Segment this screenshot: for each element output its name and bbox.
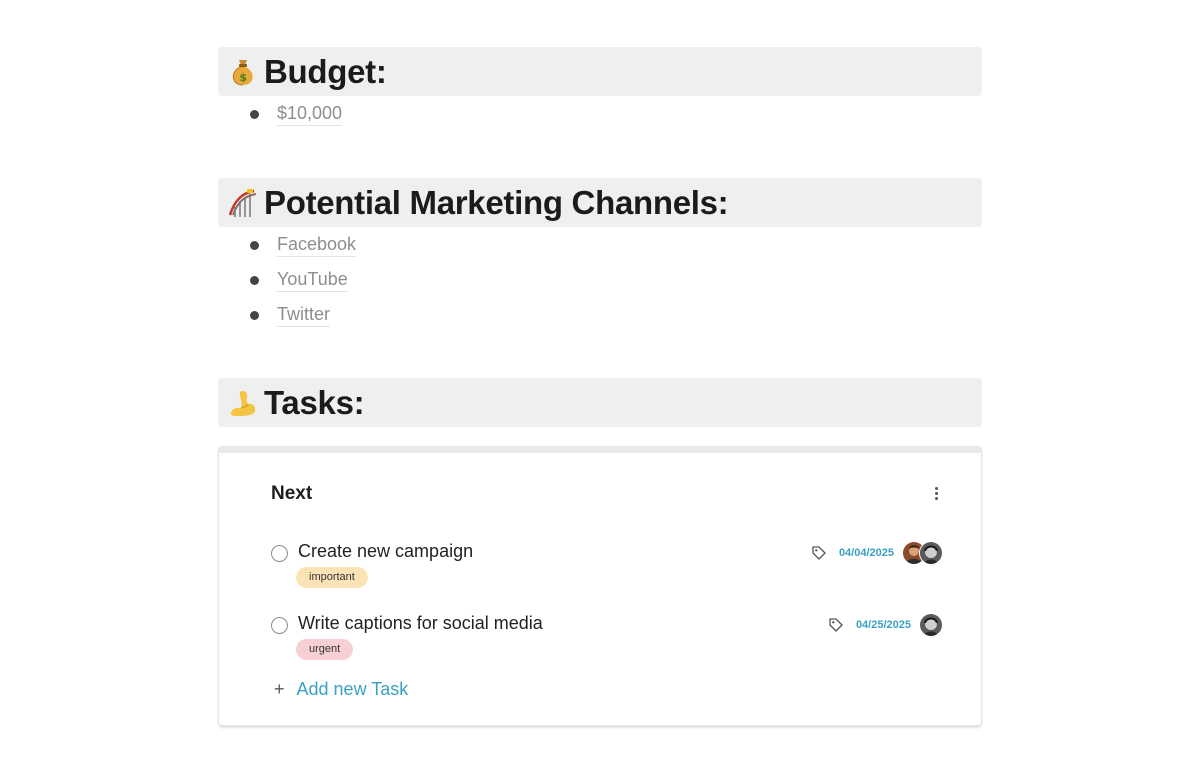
task-label[interactable]: important	[296, 567, 368, 588]
add-task-button[interactable]: + Add new Task	[274, 679, 408, 700]
task-row[interactable]: Write captions for social media 04/25/20…	[271, 611, 943, 641]
bullet-dot	[250, 241, 259, 250]
budget-title: Budget:	[264, 52, 387, 90]
tasks-heading: Tasks:	[218, 378, 982, 427]
task-board: Next Create new campaign 04/04/2025 impo…	[218, 446, 982, 726]
channels-title: Potential Marketing Channels:	[264, 183, 729, 221]
task-due-date[interactable]: 04/04/2025	[839, 547, 894, 559]
tag-icon[interactable]	[828, 617, 844, 633]
task-row[interactable]: Create new campaign 04/04/2025	[271, 539, 943, 569]
task-due-date[interactable]: 04/25/2025	[856, 619, 911, 631]
tasks-title: Tasks:	[264, 383, 365, 421]
task-label[interactable]: urgent	[296, 639, 354, 660]
flexed-biceps-icon	[224, 384, 262, 422]
channel-twitter[interactable]: Twitter	[277, 304, 331, 327]
task-checkbox[interactable]	[271, 545, 288, 562]
avatar[interactable]	[919, 541, 943, 565]
svg-text:$: $	[239, 71, 246, 84]
more-options-icon[interactable]	[931, 485, 941, 503]
bullet-dot	[250, 311, 259, 320]
money-bag-icon: $	[224, 53, 262, 91]
budget-amount[interactable]: $10,000	[277, 103, 343, 126]
task-title[interactable]: Write captions for social media	[298, 613, 543, 634]
task-meta: 04/04/2025	[811, 539, 943, 567]
task-title[interactable]: Create new campaign	[298, 541, 473, 562]
tag-icon[interactable]	[811, 545, 827, 561]
budget-heading: $ Budget:	[218, 47, 982, 96]
budget-list: $10,000	[248, 97, 343, 132]
channel-facebook[interactable]: Facebook	[277, 234, 357, 257]
board-column-title: Next	[271, 483, 313, 504]
channels-list: Facebook YouTube Twitter	[248, 228, 357, 333]
list-item: Twitter	[248, 298, 356, 333]
list-item: $10,000	[248, 97, 343, 132]
rollercoaster-icon	[224, 184, 262, 222]
bullet-dot	[250, 276, 259, 285]
task-checkbox[interactable]	[271, 617, 288, 634]
list-item: YouTube	[248, 263, 356, 298]
list-item: Facebook	[248, 228, 357, 263]
channels-heading: Potential Marketing Channels:	[218, 178, 982, 227]
add-task-label: Add new Task	[296, 679, 409, 699]
avatar[interactable]	[919, 613, 943, 637]
plus-icon: +	[274, 679, 285, 699]
task-meta: 04/25/2025	[828, 611, 943, 639]
channel-youtube[interactable]: YouTube	[277, 269, 348, 292]
bullet-dot	[250, 110, 259, 119]
